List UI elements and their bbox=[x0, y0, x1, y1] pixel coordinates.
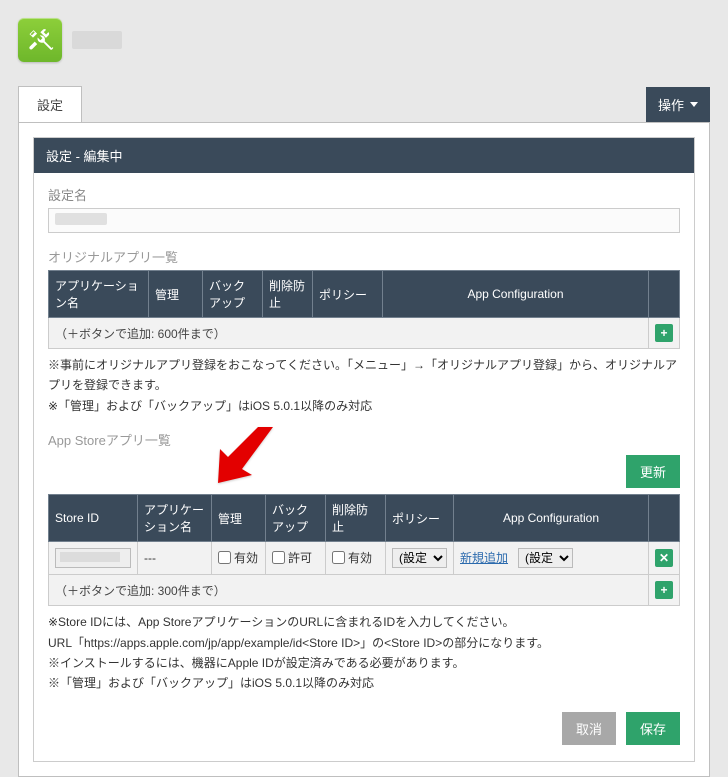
col-actions bbox=[649, 271, 680, 318]
backup-label: 許可 bbox=[288, 549, 312, 566]
table-row: --- 有効 許可 有効 bbox=[49, 542, 680, 575]
col-app-name2: アプリケーション名 bbox=[138, 495, 212, 542]
add-original-app-button[interactable]: + bbox=[655, 324, 673, 342]
col-app-name: アプリケーション名 bbox=[49, 271, 149, 318]
col-store-id: Store ID bbox=[49, 495, 138, 542]
appstore-apps-notes: ※Store IDには、App StoreアプリケーションのURLに含まれるID… bbox=[48, 612, 680, 694]
policy-select[interactable]: (設定 bbox=[392, 548, 447, 568]
col-backup2: バックアップ bbox=[266, 495, 326, 542]
add-appstore-app-button[interactable]: + bbox=[655, 581, 673, 599]
appstore-apps-heading: App Storeアプリ一覧 bbox=[48, 430, 680, 449]
tools-icon bbox=[18, 18, 62, 62]
delete-row-button[interactable]: ✕ bbox=[655, 549, 673, 567]
original-apps-limit: （＋ボタンで追加: 600件まで） bbox=[49, 318, 649, 349]
manage-label: 有効 bbox=[234, 549, 258, 566]
appconfig-select[interactable]: (設定な bbox=[518, 548, 573, 568]
manage-checkbox[interactable]: 有効 bbox=[218, 549, 258, 566]
chevron-down-icon bbox=[690, 102, 698, 107]
setting-name-input[interactable] bbox=[48, 208, 680, 233]
panel-title: 設定 - 編集中 bbox=[34, 138, 694, 173]
delete-protect-checkbox[interactable]: 有効 bbox=[332, 549, 372, 566]
col-app-config2: App Configuration bbox=[454, 495, 649, 542]
app-title bbox=[72, 31, 122, 49]
backup-checkbox[interactable]: 許可 bbox=[272, 549, 312, 566]
operations-label: 操作 bbox=[658, 95, 684, 114]
tab-settings[interactable]: 設定 bbox=[18, 86, 82, 122]
appstore-apps-table: Store ID アプリケーション名 管理 バックアップ 削除防止 ポリシー A… bbox=[48, 494, 680, 606]
appstore-apps-limit: （＋ボタンで追加: 300件まで） bbox=[49, 575, 649, 606]
store-id-input[interactable] bbox=[55, 548, 131, 568]
app-header bbox=[18, 18, 710, 62]
col-app-config: App Configuration bbox=[383, 271, 649, 318]
col-delete-protect: 削除防止 bbox=[263, 271, 313, 318]
main-panel: 設定 - 編集中 設定名 オリジナルアプリ一覧 アプリケーション名 管理 バック… bbox=[18, 122, 710, 777]
appconfig-add-link[interactable]: 新規追加 bbox=[460, 551, 508, 565]
setting-name-label: 設定名 bbox=[48, 185, 680, 204]
original-apps-table: アプリケーション名 管理 バックアップ 削除防止 ポリシー App Config… bbox=[48, 270, 680, 349]
col-delete-protect2: 削除防止 bbox=[326, 495, 386, 542]
original-apps-heading: オリジナルアプリ一覧 bbox=[48, 247, 680, 266]
col-policy: ポリシー bbox=[313, 271, 383, 318]
original-apps-notes: ※事前にオリジナルアプリ登録をおこなってください。「メニュー」→「オリジナルアプ… bbox=[48, 355, 680, 416]
update-button[interactable]: 更新 bbox=[626, 455, 680, 488]
app-name-cell: --- bbox=[138, 542, 212, 575]
operations-menu[interactable]: 操作 bbox=[646, 87, 710, 122]
col-manage: 管理 bbox=[149, 271, 203, 318]
delete-protect-label: 有効 bbox=[348, 549, 372, 566]
col-policy2: ポリシー bbox=[386, 495, 454, 542]
col-backup: バックアップ bbox=[203, 271, 263, 318]
col-manage2: 管理 bbox=[212, 495, 266, 542]
col-actions2 bbox=[649, 495, 680, 542]
